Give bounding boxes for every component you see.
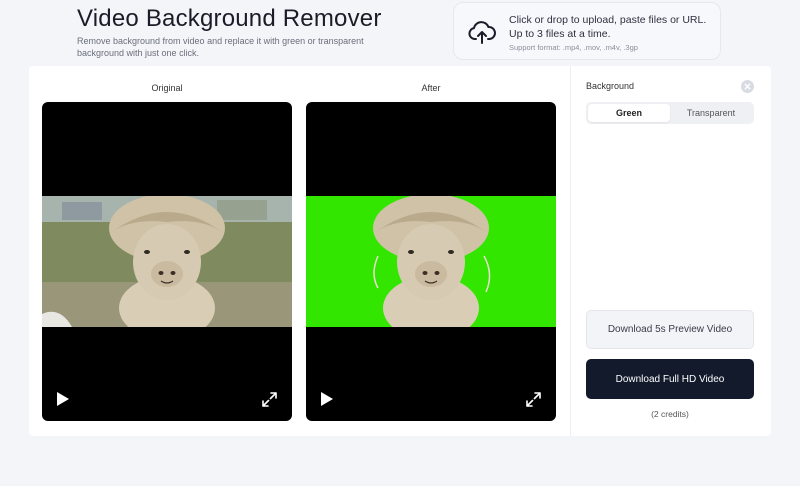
editor-card: Original After Background Green Transpar… (29, 66, 771, 436)
upload-limit: Up to 3 files at a time. (509, 28, 611, 40)
upload-formats: Support format: .mp4, .mov, .m4v, .3gp (509, 43, 638, 52)
close-icon[interactable] (741, 80, 754, 93)
page-title: Video Background Remover (77, 5, 382, 32)
after-video-player[interactable] (306, 102, 556, 421)
option-transparent[interactable]: Transparent (670, 104, 752, 122)
alpaca-image (42, 196, 292, 327)
upload-cloud-icon (468, 21, 496, 44)
upload-instruction: Click or drop to upload, paste files or … (509, 14, 707, 26)
option-green[interactable]: Green (588, 104, 670, 122)
fullscreen-icon[interactable] (262, 392, 277, 407)
fullscreen-icon[interactable] (526, 392, 541, 407)
after-video-frame (306, 196, 556, 327)
play-icon[interactable] (56, 391, 70, 407)
upload-dropzone[interactable]: Click or drop to upload, paste files or … (453, 2, 721, 60)
page-description: Remove background from video and replace… (77, 36, 364, 58)
background-label: Background (586, 81, 635, 91)
download-preview-button[interactable]: Download 5s Preview Video (586, 310, 754, 349)
original-video-frame (42, 196, 292, 327)
original-label: Original (151, 83, 183, 93)
play-icon[interactable] (320, 391, 334, 407)
panel-divider (570, 66, 571, 436)
credits-note: (2 credits) (651, 409, 689, 419)
original-video-player[interactable] (42, 102, 292, 421)
after-label: After (421, 83, 441, 93)
alpaca-cutout-image (373, 196, 491, 327)
background-toggle: Green Transparent (586, 102, 754, 124)
download-full-button[interactable]: Download Full HD Video (586, 359, 754, 399)
